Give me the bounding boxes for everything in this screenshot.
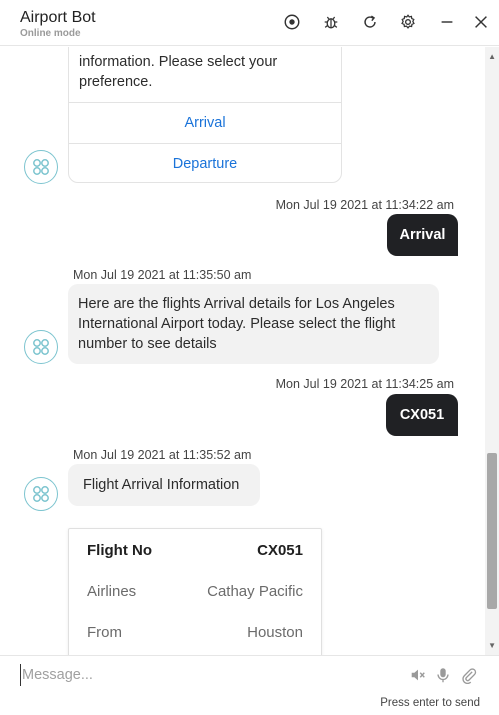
send-hint: Press enter to send: [380, 697, 480, 709]
message-input[interactable]: [20, 664, 380, 686]
flight-number-value: CX051: [257, 542, 303, 559]
scrollbar-thumb[interactable]: [487, 453, 497, 609]
scroll-up-arrow-icon[interactable]: ▲: [488, 52, 496, 61]
settings-icon[interactable]: [398, 12, 418, 32]
airline-row: Airlines Cathay Pacific: [87, 583, 303, 600]
refresh-icon[interactable]: [360, 12, 380, 32]
option-departure-button[interactable]: Departure: [69, 143, 341, 184]
minimize-icon[interactable]: [437, 12, 457, 32]
close-icon[interactable]: [471, 12, 491, 32]
options-card: information. Please select your preferen…: [68, 47, 342, 183]
user-message-bubble: CX051: [386, 394, 458, 436]
bot-status: Online mode: [20, 28, 81, 39]
bot-message-line: number to see details: [78, 336, 217, 352]
bug-icon[interactable]: [321, 12, 341, 32]
microphone-icon[interactable]: [433, 665, 453, 685]
message-timestamp: Mon Jul 19 2021 at 11:34:22 am: [275, 198, 454, 212]
airline-value: Cathay Pacific: [207, 583, 303, 600]
bot-avatar: [24, 477, 58, 511]
bot-avatar: [24, 330, 58, 364]
bot-avatar-icon: [33, 159, 49, 175]
option-arrival-button[interactable]: Arrival: [69, 102, 341, 143]
bot-message-line: International Airport today. Please sele…: [78, 316, 396, 332]
scroll-down-arrow-icon[interactable]: ▼: [488, 641, 496, 650]
origin-label: From: [87, 624, 122, 641]
message-timestamp: Mon Jul 19 2021 at 11:35:52 am: [73, 448, 252, 462]
record-icon[interactable]: [282, 12, 302, 32]
options-card-text-line1: information. Please select your: [79, 54, 278, 70]
message-composer: Press enter to send: [0, 655, 499, 715]
bot-message-bubble: Here are the flights Arrival details for…: [68, 284, 439, 364]
message-timestamp: Mon Jul 19 2021 at 11:34:25 am: [275, 377, 454, 391]
bot-message-line: Here are the flights Arrival details for…: [78, 296, 395, 312]
message-timestamp: Mon Jul 19 2021 at 11:35:50 am: [73, 268, 252, 282]
origin-value: Houston: [247, 624, 303, 641]
bot-avatar-icon: [33, 339, 49, 355]
airline-label: Airlines: [87, 583, 137, 600]
speaker-muted-icon[interactable]: [408, 665, 428, 685]
user-message-bubble: Arrival: [387, 214, 458, 256]
flight-number-label: Flight No: [87, 542, 152, 559]
flight-number-row: Flight No CX051: [87, 542, 303, 559]
bot-title: Airport Bot: [20, 9, 96, 26]
bot-avatar: [24, 150, 58, 184]
flight-info-card[interactable]: Flight No CX051 Airlines Cathay Pacific …: [68, 528, 322, 668]
bot-message-bubble: Flight Arrival Information: [68, 464, 260, 506]
attachment-icon[interactable]: [459, 665, 479, 685]
options-card-text-line2: preference.: [79, 74, 153, 90]
chat-header: Airport Bot Online mode: [0, 0, 499, 46]
origin-row: From Houston: [87, 624, 303, 641]
bot-avatar-icon: [33, 486, 49, 502]
